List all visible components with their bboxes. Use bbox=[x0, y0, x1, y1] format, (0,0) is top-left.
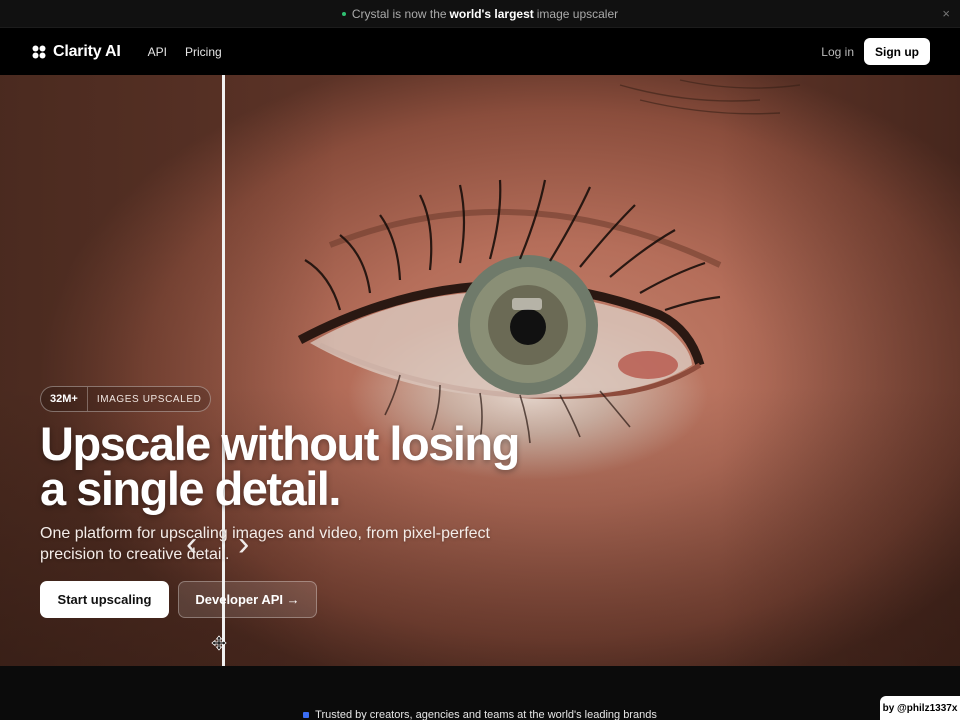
nav-link-api[interactable]: API bbox=[148, 45, 167, 59]
compare-slider-line[interactable] bbox=[222, 75, 225, 666]
nav-links: API Pricing bbox=[148, 45, 222, 59]
creator-credit-tag[interactable]: by @philz1337x bbox=[880, 696, 960, 720]
signup-button[interactable]: Sign up bbox=[864, 38, 930, 65]
status-dot-icon bbox=[341, 11, 346, 16]
announcement-prefix: Crystal is now the bbox=[351, 6, 447, 21]
trusted-text: Trusted by creators, agencies and teams … bbox=[315, 709, 657, 720]
nav-actions: Log in Sign up bbox=[821, 38, 930, 65]
hero-headline: Upscale without losing a single detail. bbox=[40, 420, 560, 512]
brand-logo[interactable]: Clarity AI bbox=[32, 43, 121, 61]
blue-square-icon bbox=[303, 712, 310, 718]
announcement-suffix: image upscaler bbox=[536, 6, 619, 21]
clarity-logo-icon bbox=[32, 45, 46, 58]
announcement-bold: world's largest bbox=[449, 6, 534, 21]
brand-name: Clarity AI bbox=[53, 42, 121, 60]
developer-api-button[interactable]: Developer API → bbox=[178, 581, 317, 618]
close-icon[interactable]: × bbox=[942, 6, 950, 21]
headline-line-2: a single detail. bbox=[40, 462, 341, 515]
trusted-by-line: Trusted by creators, agencies and teams … bbox=[0, 709, 960, 720]
move-cursor-icon[interactable] bbox=[211, 635, 227, 651]
nav-link-pricing[interactable]: Pricing bbox=[185, 45, 222, 59]
login-link[interactable]: Log in bbox=[821, 45, 854, 59]
images-upscaled-badge: 32M+ IMAGES UPSCALED bbox=[40, 386, 212, 412]
start-upscaling-button[interactable]: Start upscaling bbox=[40, 581, 169, 618]
hero-compare-image: ‹ › 32M+ IMAGES UPSCALED Upscale without… bbox=[0, 75, 960, 666]
hero-subtitle: One platform for upscaling images and vi… bbox=[40, 525, 490, 563]
top-nav: Clarity AI API Pricing Log in Sign up bbox=[0, 28, 960, 75]
announcement-bar: Crystal is now the world's largest image… bbox=[0, 0, 960, 28]
badge-label: IMAGES UPSCALED bbox=[96, 393, 202, 405]
badge-count: 32M+ bbox=[41, 387, 88, 411]
